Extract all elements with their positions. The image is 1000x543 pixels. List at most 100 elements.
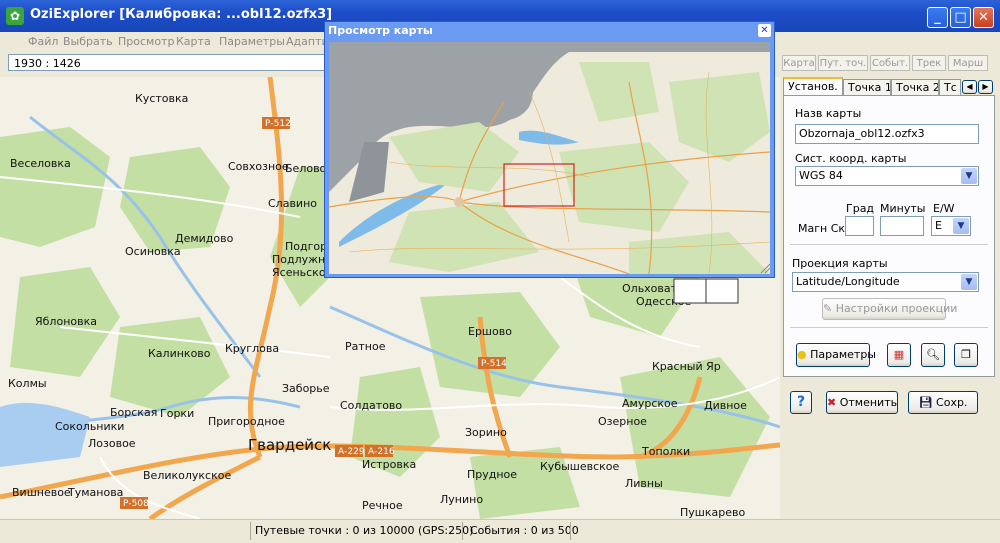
map-label: Круглова: [225, 342, 279, 355]
map-label: Сокольники: [55, 420, 124, 433]
map-label: Гвардейск: [248, 436, 331, 454]
tab-point-3[interactable]: Тс: [939, 79, 961, 95]
map-label: Кубышевское: [540, 460, 620, 473]
map-label: Лунино: [440, 493, 483, 506]
magnifier-icon: 🔍︎: [926, 348, 940, 361]
projection-settings-button: ✎ Настройки проекции: [822, 298, 957, 320]
map-label: Ливны: [625, 477, 663, 490]
grid-icon-button[interactable]: ▦: [887, 343, 911, 367]
cancel-button-label: Отменить: [839, 396, 898, 409]
tab-point-1[interactable]: Точка 1: [843, 79, 891, 95]
declination-minutes-field[interactable]: [880, 216, 924, 236]
map-label: Лозовое: [88, 437, 136, 450]
menu-map[interactable]: Карта: [176, 35, 211, 48]
overview-close-button[interactable]: ✕: [758, 24, 771, 37]
overview-canvas[interactable]: [329, 42, 770, 274]
map-label: Яблоновка: [35, 315, 97, 328]
map-name-field[interactable]: Obzornaja_obl12.ozfx3: [795, 124, 979, 144]
magnetic-declination-label: Магн Скл: [798, 222, 853, 235]
coord-system-value: WGS 84: [799, 169, 843, 182]
map-label: Речное: [362, 499, 403, 512]
map-label: Совхозное: [228, 160, 289, 173]
save-button-label: Сохр.: [936, 396, 968, 409]
coord-system-select[interactable]: WGS 84 ▼: [795, 166, 979, 186]
road-label: Р-514: [481, 359, 507, 369]
chevron-down-icon[interactable]: ▼: [953, 218, 969, 234]
map-label: Прудное: [467, 468, 517, 481]
map-label: Тополки: [641, 445, 690, 458]
toolbar-events-button[interactable]: Событ.: [870, 55, 910, 71]
maximize-button[interactable]: □: [950, 7, 971, 28]
east-west-select[interactable]: E ▼: [931, 216, 971, 236]
declination-degrees-field[interactable]: [845, 216, 874, 236]
map-label: Амурское: [622, 397, 678, 410]
setup-tab-body: Назв карты Obzornaja_obl12.ozfx3 Сист. к…: [783, 95, 995, 377]
pencil-icon: ✎: [823, 302, 836, 315]
chevron-down-icon[interactable]: ▼: [961, 168, 977, 184]
toolbar-map-button[interactable]: Карта: [782, 55, 816, 71]
east-west-label: E/W: [933, 202, 955, 215]
app-icon: ✿: [6, 7, 24, 25]
map-label: Горки: [160, 407, 194, 420]
help-button[interactable]: ?: [790, 391, 812, 414]
calibration-panel: Установ. Точка 1 Точка 2 Тс ◀ ▶ Назв кар…: [780, 77, 1000, 519]
zoom-button[interactable]: 🔍︎: [921, 343, 945, 367]
overview-map[interactable]: [329, 42, 770, 274]
menu-parameters[interactable]: Параметры: [219, 35, 285, 48]
divider: [790, 327, 988, 328]
toolbar-track-button[interactable]: Трек: [912, 55, 946, 71]
map-overview-window[interactable]: Просмотр карты ✕: [324, 21, 775, 278]
road-label: А-216: [368, 447, 395, 457]
scale-field[interactable]: 1930 : 1426: [8, 54, 328, 71]
grid-icon: ▦: [893, 348, 905, 361]
east-west-value: E: [935, 219, 942, 232]
degrees-label: Град: [846, 202, 875, 215]
map-label: Веселовка: [10, 157, 71, 170]
map-label: Заборье: [282, 382, 330, 395]
parameters-button-label: Параметры: [810, 348, 876, 361]
map-label: Пригородное: [208, 415, 285, 428]
menu-file[interactable]: Файл: [28, 35, 58, 48]
save-button[interactable]: 💾︎ Сохр.: [908, 391, 978, 414]
map-label: Зорино: [465, 426, 507, 439]
road-label: Р-512: [265, 119, 291, 129]
map-label: Ершово: [468, 325, 512, 338]
toolbar-waypoints-button[interactable]: Пут. точ.: [818, 55, 868, 71]
map-name-label: Назв карты: [795, 107, 862, 120]
cancel-button[interactable]: ✖ Отменить: [826, 391, 898, 414]
map-label: Ратное: [345, 340, 386, 353]
map-label: Красный Яр: [652, 360, 721, 373]
menu-view[interactable]: Просмотр: [118, 35, 174, 48]
floppy-icon: 💾︎: [918, 396, 933, 409]
status-divider: [250, 522, 251, 540]
chevron-down-icon[interactable]: ▼: [961, 274, 977, 290]
tab-scroll-left-button[interactable]: ◀: [962, 80, 977, 94]
tab-setup[interactable]: Установ.: [783, 77, 843, 96]
coord-system-label: Сист. коорд. карты: [795, 152, 907, 165]
map-label: Озерное: [598, 415, 647, 428]
parameters-button[interactable]: ● Параметры: [796, 343, 876, 367]
minutes-label: Минуты: [880, 202, 926, 215]
map-label: Осиновка: [125, 245, 181, 258]
tab-point-2[interactable]: Точка 2: [891, 79, 939, 95]
map-label: Калинково: [148, 347, 211, 360]
windows-button[interactable]: ❐: [954, 343, 978, 367]
road-label: Р-508: [123, 499, 149, 509]
lightbulb-icon: ●: [797, 348, 807, 361]
toolbar-route-button[interactable]: Марш: [948, 55, 988, 71]
map-label: Борская: [110, 406, 157, 419]
map-label: Славино: [268, 197, 317, 210]
close-button[interactable]: ✕: [973, 7, 994, 28]
window-title: OziExplorer [Калибровка: ...obl12.ozfx3]: [30, 7, 333, 22]
projection-select[interactable]: Latitude/Longitude ▼: [792, 272, 979, 292]
tab-scroll-right-button[interactable]: ▶: [978, 80, 993, 94]
map-label: Вишневое: [12, 486, 71, 499]
projection-value: Latitude/Longitude: [796, 275, 900, 288]
map-label: Демидово: [175, 232, 234, 245]
map-label: Пушкарево: [680, 506, 745, 519]
waypoints-status: Путевые точки : 0 из 10000 (GPS:250): [255, 524, 474, 537]
menu-select[interactable]: Выбрать: [63, 35, 113, 48]
map-label: Великолукское: [143, 469, 231, 482]
minimize-button[interactable]: _: [927, 7, 948, 28]
windows-icon: ❐: [961, 348, 971, 361]
